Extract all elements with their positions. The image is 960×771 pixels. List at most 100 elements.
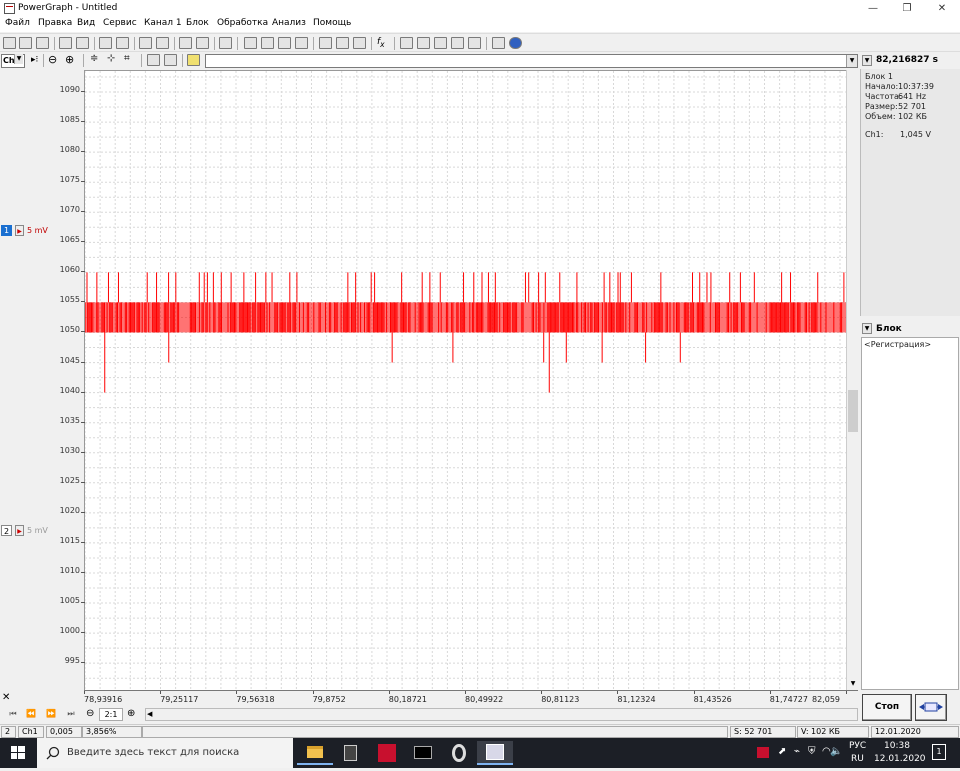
chart-icon[interactable] <box>434 37 447 49</box>
zoom-out-icon[interactable]: ⊖ <box>48 53 57 66</box>
menu-file[interactable]: Файл <box>5 18 30 28</box>
taskbar-search[interactable]: Введите здесь текст для поиска <box>37 738 293 768</box>
language-bottom[interactable]: RU <box>851 754 864 764</box>
channel-1-badge[interactable]: 1 <box>1 225 12 236</box>
channel-options-icon[interactable]: ▸⁝ <box>31 55 38 65</box>
scroll-down-icon[interactable]: ▼ <box>847 678 859 690</box>
channel-2-badge[interactable]: 2 <box>1 525 12 536</box>
filter-icon[interactable] <box>468 37 481 49</box>
toolbar-separator <box>174 37 175 50</box>
vertical-scale-icon[interactable]: ≑ <box>90 53 98 64</box>
close-button[interactable]: ✕ <box>926 0 958 17</box>
blocks-list[interactable]: <Регистрация> <box>861 337 959 690</box>
function-icon[interactable]: fx <box>377 37 385 49</box>
minimize-button[interactable]: — <box>857 0 889 17</box>
clock-date[interactable]: 12.01.2020 <box>874 754 926 764</box>
fit-icon[interactable] <box>147 54 160 66</box>
list-item[interactable]: <Регистрация> <box>864 340 931 349</box>
menu-view[interactable]: Вид <box>77 18 95 28</box>
fit-vertical-icon[interactable] <box>164 54 177 66</box>
marker-icon[interactable] <box>319 37 332 49</box>
zoom-analysis-icon[interactable] <box>417 37 430 49</box>
menu-analysis[interactable]: Анализ <box>272 18 306 28</box>
chart-plot-area[interactable] <box>84 70 848 691</box>
paste-icon[interactable] <box>156 37 169 49</box>
monitor-icon[interactable] <box>278 37 291 49</box>
center-icon[interactable]: ⊹ <box>107 53 115 64</box>
volume-icon[interactable]: 🔈 <box>830 746 842 757</box>
zoom-value[interactable]: 2:1 <box>99 708 123 721</box>
tray-app-icon[interactable] <box>757 747 769 758</box>
menu-edit[interactable]: Правка <box>38 18 72 28</box>
paste-block-icon[interactable] <box>196 37 209 49</box>
clock-time[interactable]: 10:38 <box>884 741 910 751</box>
edit-icon[interactable] <box>353 37 366 49</box>
scroll-left-icon[interactable]: ◀ <box>147 709 152 720</box>
forward-icon[interactable]: ⏩ <box>44 708 58 720</box>
report-icon[interactable] <box>336 37 349 49</box>
device-settings-icon[interactable] <box>244 37 257 49</box>
opera-icon <box>452 744 466 762</box>
close-icon[interactable]: ✕ <box>2 692 10 703</box>
first-icon[interactable]: ⏮ <box>6 708 20 720</box>
connect-button[interactable] <box>915 694 947 721</box>
save-icon[interactable] <box>59 37 72 49</box>
x-tick-mark <box>617 691 619 694</box>
taskbar-explorer[interactable] <box>297 741 333 765</box>
shield-icon[interactable]: ⛨ <box>808 746 816 757</box>
chevron-down-icon[interactable]: ▼ <box>14 54 23 64</box>
zoom-plus-icon[interactable]: ⊕ <box>127 708 135 719</box>
spectrum-icon[interactable] <box>451 37 464 49</box>
autoscale-icon[interactable]: ⌗ <box>124 53 130 64</box>
chevron-down-icon[interactable]: ▼ <box>846 55 857 67</box>
note-icon[interactable] <box>187 54 200 66</box>
tray-arrow-icon[interactable]: ⬈ <box>778 746 786 757</box>
device-icon[interactable] <box>261 37 274 49</box>
new-window-icon[interactable] <box>19 37 32 49</box>
x-tick-label: 80,18721 <box>388 695 427 704</box>
chevron-down-icon[interactable]: ▼ <box>862 55 872 66</box>
open-folder-icon[interactable] <box>36 37 49 49</box>
last-icon[interactable]: ⏭ <box>64 708 78 720</box>
stop-button[interactable]: Стоп <box>862 694 912 721</box>
rewind-icon[interactable]: ⏪ <box>24 708 38 720</box>
save-as-icon[interactable] <box>76 37 89 49</box>
print-preview-icon[interactable] <box>116 37 129 49</box>
help-icon[interactable] <box>492 37 505 49</box>
vertical-scrollbar[interactable]: ▼ <box>846 70 858 690</box>
taskbar-opera[interactable] <box>441 741 477 765</box>
marker-combo[interactable]: ▼ <box>205 54 858 68</box>
channel-1-arrow-icon[interactable]: ▶ <box>15 225 24 236</box>
horizontal-scrollbar[interactable]: ◀ <box>145 708 858 721</box>
copy-icon[interactable] <box>139 37 152 49</box>
language-top[interactable]: РУС <box>849 741 866 751</box>
menu-service[interactable]: Сервис <box>103 18 137 28</box>
chevron-down-icon[interactable]: ▼ <box>862 323 872 334</box>
record-icon[interactable] <box>295 37 308 49</box>
menu-channel-1[interactable]: Канал 1 <box>144 18 182 28</box>
print-icon[interactable] <box>99 37 112 49</box>
menu-help[interactable]: Помощь <box>313 18 351 28</box>
start-button[interactable] <box>0 738 36 768</box>
new-file-icon[interactable] <box>3 37 16 49</box>
notifications-icon[interactable]: 1 <box>932 744 946 760</box>
taskbar-terminal[interactable] <box>405 741 441 765</box>
menu-processing[interactable]: Обработка <box>217 18 268 28</box>
scroll-thumb[interactable] <box>848 390 858 432</box>
taskbar-powergraph[interactable] <box>477 741 513 765</box>
menu-block[interactable]: Блок <box>186 18 209 28</box>
maximize-button[interactable]: ❐ <box>891 0 923 17</box>
search-icon <box>46 746 60 760</box>
globe-icon[interactable] <box>509 37 522 49</box>
taskbar-calculator[interactable] <box>333 741 369 765</box>
copy-block-icon[interactable] <box>179 37 192 49</box>
taskbar-app-red[interactable] <box>369 741 405 765</box>
tray-network-icon[interactable]: ⌁ <box>794 746 800 757</box>
zoom-in-icon[interactable]: ⊕ <box>65 53 74 66</box>
table-icon[interactable] <box>400 37 413 49</box>
clipboard-icon[interactable] <box>219 37 232 49</box>
folder-icon <box>307 746 323 758</box>
x-tick-label: 81,74727 <box>769 695 808 704</box>
channel-2-arrow-icon[interactable]: ▶ <box>15 525 24 536</box>
zoom-minus-icon[interactable]: ⊖ <box>86 708 94 719</box>
